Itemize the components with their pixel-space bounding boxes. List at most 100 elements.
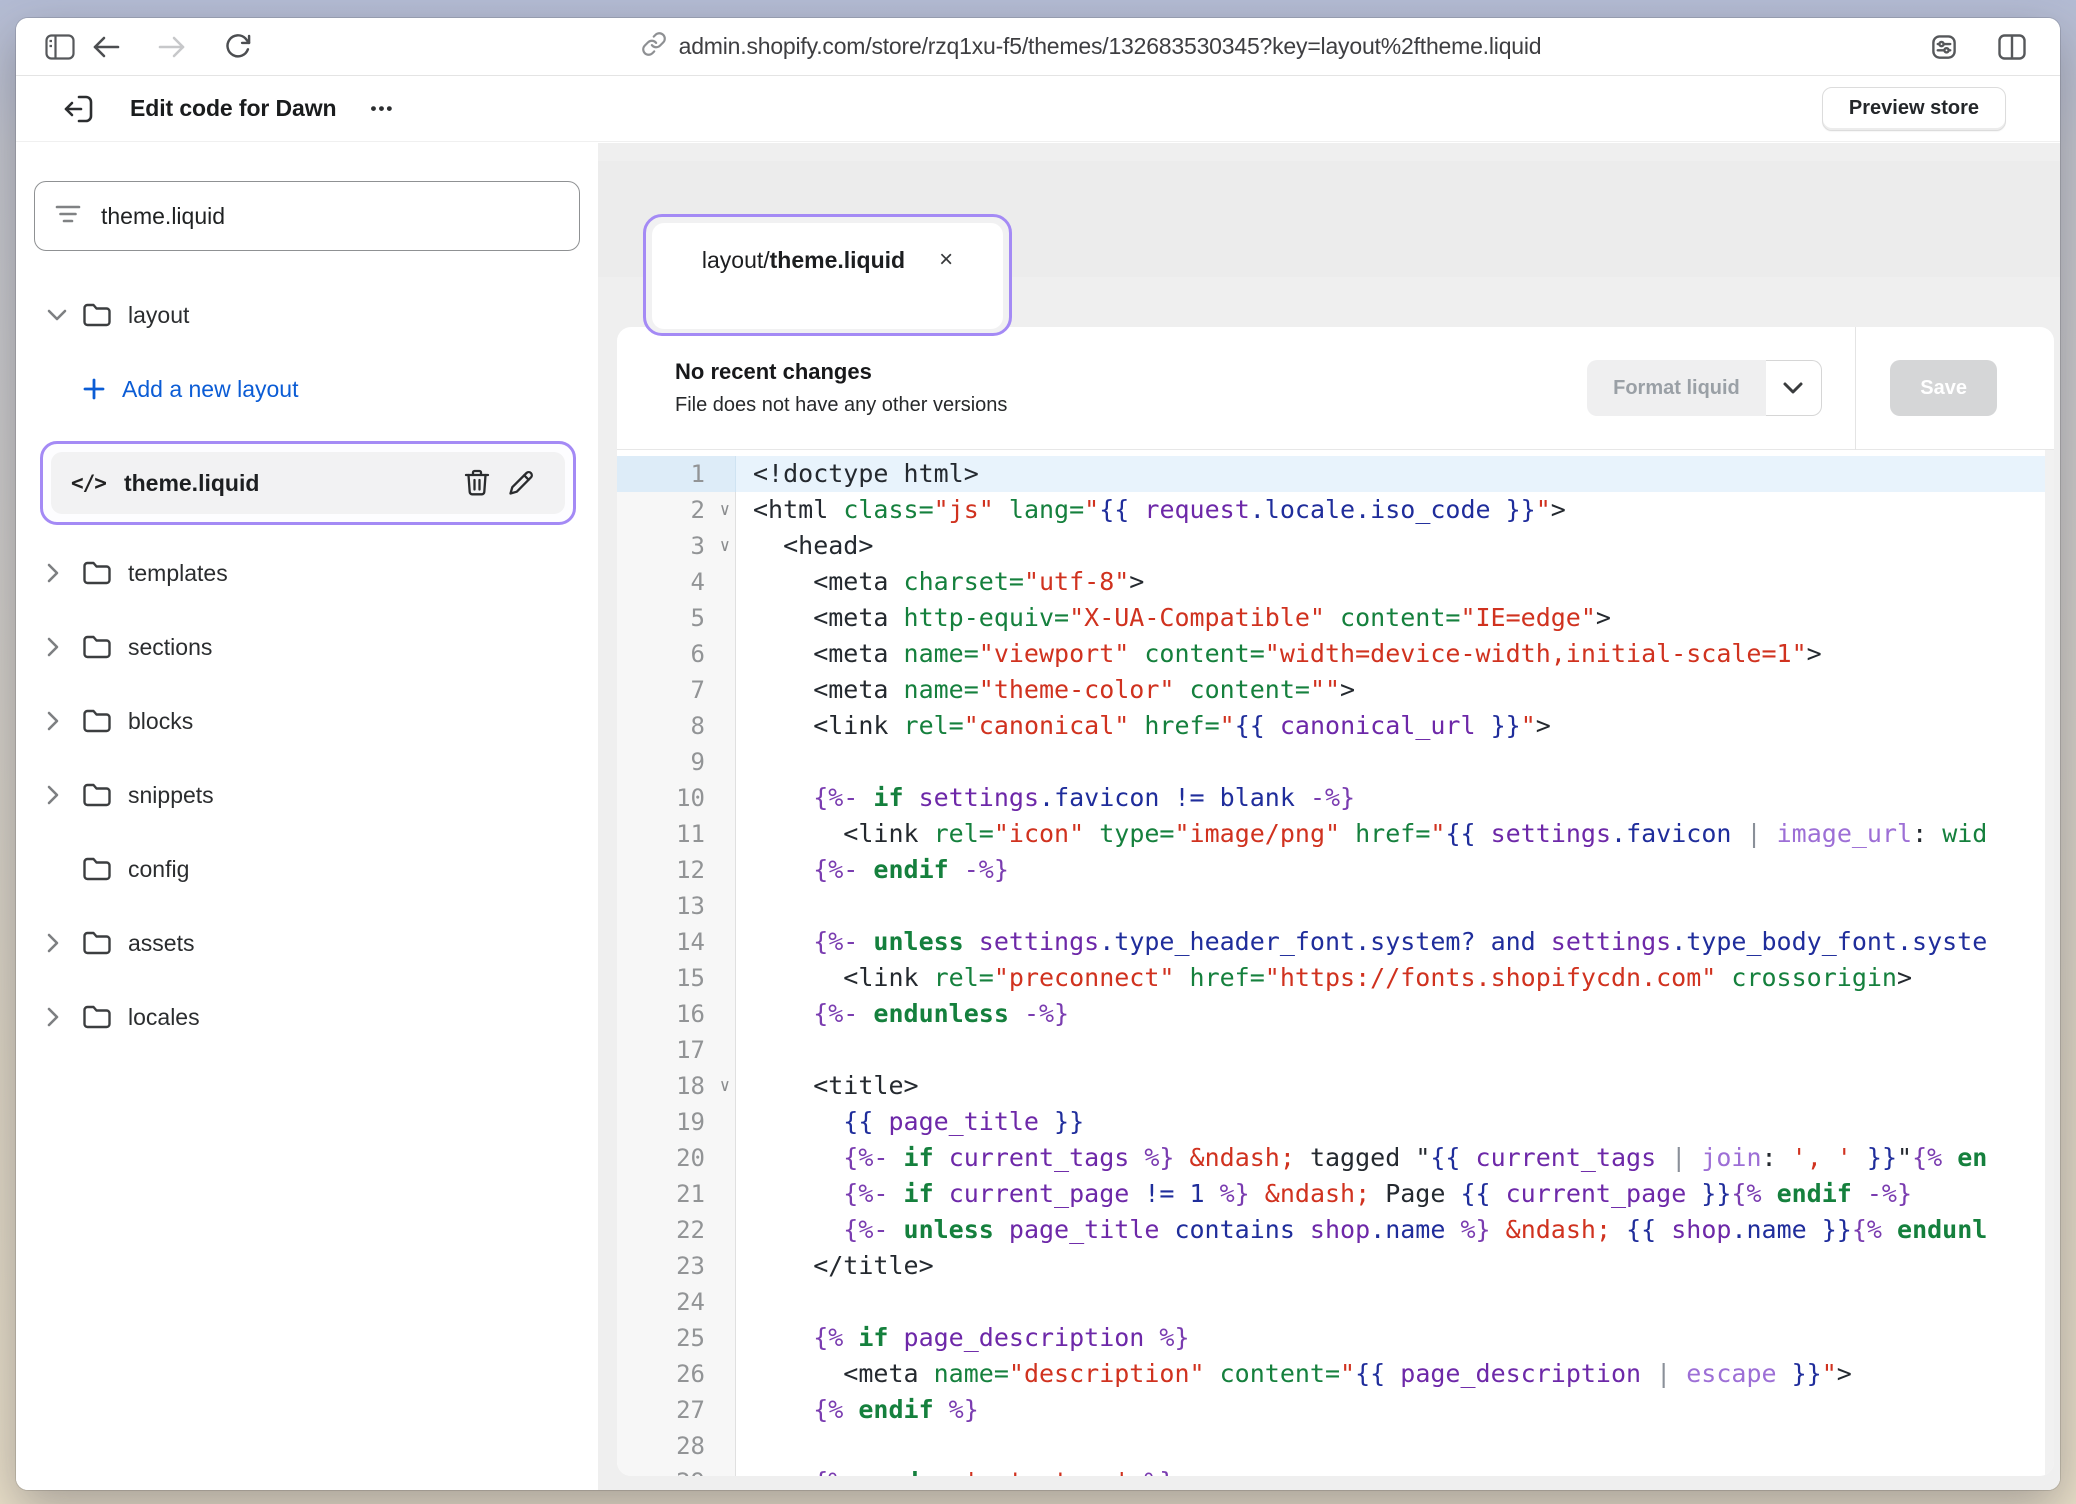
code-line[interactable]: 19 {{ page_title }} [617, 1104, 2054, 1140]
edit-icon[interactable] [507, 469, 535, 497]
trash-icon[interactable] [464, 469, 490, 497]
code-line[interactable]: 8 <link rel="canonical" href="{{ canonic… [617, 708, 2054, 744]
chevron-right-icon[interactable] [46, 932, 60, 954]
line-number[interactable]: 1 [617, 456, 736, 492]
file-search-input[interactable]: theme.liquid [34, 181, 580, 251]
reload-icon[interactable] [218, 27, 258, 67]
line-number[interactable]: 18∨ [617, 1068, 736, 1104]
line-number[interactable]: 16 [617, 996, 736, 1032]
tree-folder-blocks[interactable]: blocks [34, 697, 580, 745]
code-line[interactable]: 29 {% render 'meta-tags' %} [617, 1464, 2054, 1476]
line-number[interactable]: 14 [617, 924, 736, 960]
line-number[interactable]: 17 [617, 1032, 736, 1068]
close-icon[interactable]: × [939, 248, 953, 272]
preview-store-button[interactable]: Preview store [1822, 87, 2006, 131]
line-number[interactable]: 6 [617, 636, 736, 672]
line-number[interactable]: 27 [617, 1392, 736, 1428]
line-number[interactable]: 9 [617, 744, 736, 780]
line-number[interactable]: 26 [617, 1356, 736, 1392]
code-line[interactable]: 18∨ <title> [617, 1068, 2054, 1104]
code-line[interactable]: 13 [617, 888, 2054, 924]
tree-folder-assets[interactable]: assets [34, 919, 580, 967]
save-button[interactable]: Save [1890, 360, 1997, 416]
rename-file-button[interactable] [499, 469, 543, 497]
line-number[interactable]: 7 [617, 672, 736, 708]
line-number[interactable]: 13 [617, 888, 736, 924]
tree-file-theme.liquid[interactable]: </>theme.liquid [51, 452, 565, 514]
code-line[interactable]: 28 [617, 1428, 2054, 1464]
address-bar[interactable]: admin.shopify.com/store/rzq1xu-f5/themes… [258, 31, 1924, 62]
chevron-right-icon[interactable] [46, 562, 60, 584]
code-line[interactable]: 14 {%- unless settings.type_header_font.… [617, 924, 2054, 960]
code-line[interactable]: 1<!doctype html> [617, 456, 2054, 492]
line-number[interactable]: 19 [617, 1104, 736, 1140]
code-line[interactable]: 6 <meta name="viewport" content="width=d… [617, 636, 2054, 672]
code-line[interactable]: 20 {%- if current_tags %} &ndash; tagged… [617, 1140, 2054, 1176]
tree-folder-config[interactable]: config [34, 845, 580, 893]
add-new-layout-button[interactable]: Add a new layout [34, 365, 580, 413]
chevron-down-icon[interactable] [46, 308, 68, 322]
tab-theme-liquid[interactable]: layout/theme.liquid × [652, 223, 1003, 329]
sidebar-toggle-icon[interactable] [40, 27, 80, 67]
fold-toggle-icon[interactable]: ∨ [720, 1068, 730, 1104]
chevron-right-icon[interactable] [46, 636, 60, 658]
code-line[interactable]: 4 <meta charset="utf-8"> [617, 564, 2054, 600]
line-number[interactable]: 15 [617, 960, 736, 996]
code-line[interactable]: 26 <meta name="description" content="{{ … [617, 1356, 2054, 1392]
code-line[interactable]: 17 [617, 1032, 2054, 1068]
forward-icon[interactable] [152, 27, 192, 67]
tree-folder-locales[interactable]: locales [34, 993, 580, 1041]
fold-toggle-icon[interactable]: ∨ [720, 492, 730, 528]
fold-toggle-icon[interactable]: ∨ [720, 528, 730, 564]
tree-folder-snippets[interactable]: snippets [34, 771, 580, 819]
line-number[interactable]: 22 [617, 1212, 736, 1248]
line-number[interactable]: 4 [617, 564, 736, 600]
code-line[interactable]: 9 [617, 744, 2054, 780]
code-line[interactable]: 12 {%- endif -%} [617, 852, 2054, 888]
delete-file-button[interactable] [455, 469, 499, 497]
line-number[interactable]: 12 [617, 852, 736, 888]
chevron-right-icon[interactable] [46, 710, 60, 732]
tree-folder-sections[interactable]: sections [34, 623, 580, 671]
split-view-icon[interactable] [1992, 27, 2032, 67]
back-icon[interactable] [86, 27, 126, 67]
line-number[interactable]: 21 [617, 1176, 736, 1212]
chevron-right-icon[interactable] [46, 784, 60, 806]
line-number[interactable]: 29 [617, 1464, 736, 1476]
code-line[interactable]: 25 {% if page_description %} [617, 1320, 2054, 1356]
more-icon[interactable]: ••• [371, 99, 395, 119]
format-liquid-button[interactable]: Format liquid [1587, 360, 1766, 416]
exit-icon[interactable] [56, 87, 100, 131]
code-line[interactable]: 5 <meta http-equiv="X-UA-Compatible" con… [617, 600, 2054, 636]
code-line[interactable]: 15 <link rel="preconnect" href="https://… [617, 960, 2054, 996]
line-number[interactable]: 10 [617, 780, 736, 816]
code-area[interactable]: 1<!doctype html>2∨<html class="js" lang=… [617, 450, 2054, 1476]
code-line[interactable]: 10 {%- if settings.favicon != blank -%} [617, 780, 2054, 816]
code-line[interactable]: 23 </title> [617, 1248, 2054, 1284]
line-number[interactable]: 20 [617, 1140, 736, 1176]
line-number[interactable]: 8 [617, 708, 736, 744]
code-line[interactable]: 2∨<html class="js" lang="{{ request.loca… [617, 492, 2054, 528]
line-number[interactable]: 3∨ [617, 528, 736, 564]
line-number[interactable]: 28 [617, 1428, 736, 1464]
code-line[interactable]: 16 {%- endunless -%} [617, 996, 2054, 1032]
tree-folder-layout[interactable]: layout [34, 291, 580, 339]
code-line[interactable]: 21 {%- if current_page != 1 %} &ndash; P… [617, 1176, 2054, 1212]
scrollbar[interactable] [2045, 450, 2054, 1476]
code-line[interactable]: 22 {%- unless page_title contains shop.n… [617, 1212, 2054, 1248]
line-number[interactable]: 2∨ [617, 492, 736, 528]
line-number[interactable]: 23 [617, 1248, 736, 1284]
page-settings-icon[interactable] [1924, 27, 1964, 67]
format-dropdown-button[interactable] [1766, 360, 1822, 416]
code-line[interactable]: 7 <meta name="theme-color" content=""> [617, 672, 2054, 708]
code-line[interactable]: 27 {% endif %} [617, 1392, 2054, 1428]
line-number[interactable]: 25 [617, 1320, 736, 1356]
line-number[interactable]: 5 [617, 600, 736, 636]
code-line[interactable]: 3∨ <head> [617, 528, 2054, 564]
line-number[interactable]: 11 [617, 816, 736, 852]
line-number[interactable]: 24 [617, 1284, 736, 1320]
code-line[interactable]: 24 [617, 1284, 2054, 1320]
code-line[interactable]: 11 <link rel="icon" type="image/png" hre… [617, 816, 2054, 852]
chevron-right-icon[interactable] [46, 1006, 60, 1028]
tree-folder-templates[interactable]: templates [34, 549, 580, 597]
